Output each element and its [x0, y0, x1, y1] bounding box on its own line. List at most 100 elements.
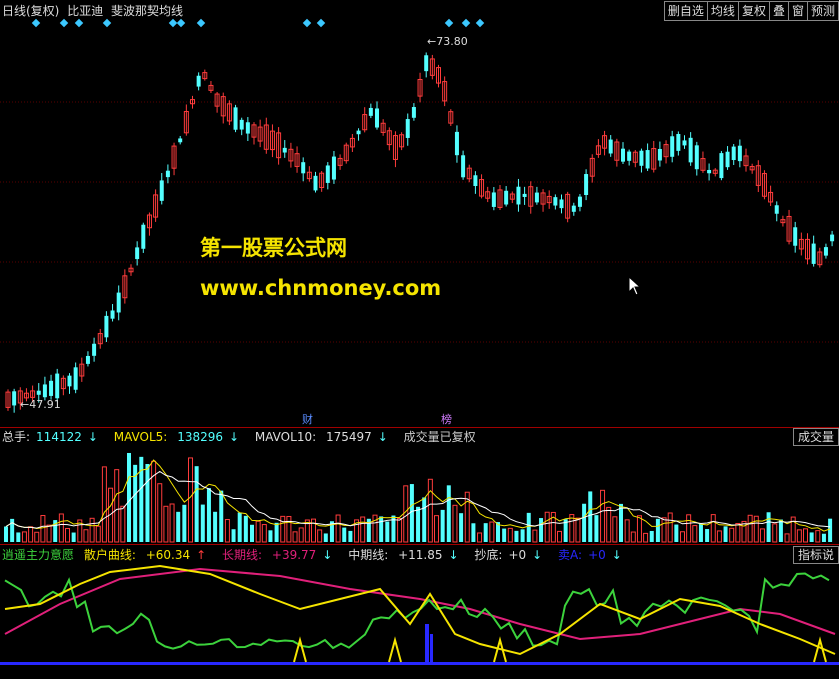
signal-diamond-icon — [302, 18, 312, 28]
volume-bar-down — [323, 533, 328, 542]
volume-bar-down — [416, 506, 421, 542]
volume-bar-up — [46, 524, 52, 543]
volume-bar-down — [619, 503, 623, 542]
volume-bar-down — [194, 466, 199, 542]
indicator-info-bar: 逍遥主力意愿 散户曲线: +60.34 ↑ 长期线: +39.77 ↓ 中期线: +… — [0, 546, 839, 564]
candle-down — [577, 196, 582, 207]
long-label: 长期线: — [222, 548, 263, 562]
volume-bar-up — [280, 515, 286, 543]
candle-down — [325, 165, 330, 183]
volume-bar-up — [735, 522, 741, 543]
volume-bar-up — [630, 531, 636, 543]
volume-bar-up — [335, 514, 341, 543]
volume-bar-up — [557, 530, 562, 543]
candle-down — [516, 186, 521, 205]
volume-adjusted-note: 成交量已复权 — [403, 430, 476, 444]
indicator-chart[interactable] — [0, 564, 839, 679]
volume-bar-down — [582, 503, 587, 542]
ranking-marker[interactable]: 榜 — [441, 411, 452, 427]
mid-group: 中期线: +11.85 ↓ — [348, 548, 464, 562]
volume-bar-down — [176, 511, 181, 542]
candle-down — [793, 227, 798, 246]
volume-bar-up — [40, 515, 46, 543]
volume-bar-down — [655, 518, 660, 542]
candle-down — [356, 130, 361, 135]
volume-bar-down — [821, 533, 826, 542]
volume-tag[interactable]: 成交量 — [792, 428, 839, 446]
volume-bar-up — [151, 460, 157, 543]
volume-bar-down — [514, 530, 519, 542]
volume-bar-down — [379, 516, 384, 542]
volume-bar-up — [434, 515, 439, 543]
volume-bar-down — [231, 529, 236, 542]
candle-down — [682, 140, 687, 146]
candle-down — [608, 139, 613, 154]
retail-group: 散户曲线: +60.34 ↑ — [84, 548, 212, 562]
volume-bar-down — [471, 523, 476, 542]
volume-bar-down — [4, 526, 8, 542]
volume-bar-up — [120, 505, 126, 543]
volume-bar-down — [182, 504, 187, 542]
candle-down — [85, 355, 90, 364]
volume-bar-down — [526, 512, 531, 542]
candle-down — [178, 138, 183, 143]
volume-bar-down — [219, 490, 224, 542]
volume-bar-down — [778, 519, 783, 542]
bottom-value: +0 — [508, 548, 527, 562]
candle-down — [823, 247, 828, 256]
retail-arrow: ↑ — [196, 548, 207, 562]
signal-diamond-icon — [176, 18, 186, 28]
volume-bar-up — [28, 526, 34, 543]
candle-down — [135, 247, 140, 260]
volume-bar-down — [446, 485, 451, 542]
candle-down — [67, 375, 72, 387]
volume-bar-up — [710, 514, 716, 543]
bottom-signal-spike — [388, 636, 402, 663]
candle-down — [621, 148, 625, 162]
volume-bar-up — [796, 529, 802, 543]
volume-info-bar: 总手: 114122 ↓ MAVOL5: 138296 ↓ MAVOL10: 1754… — [0, 428, 839, 446]
candle-down — [571, 205, 576, 212]
signal-diamond-icon — [168, 18, 178, 28]
watermark-url: www.chnmoney.com — [200, 276, 442, 300]
candle-down — [707, 169, 712, 174]
candle-down — [731, 146, 736, 161]
candle-down — [584, 174, 589, 196]
long-arrow: ↓ — [322, 548, 333, 562]
volume-bar-up — [753, 515, 759, 543]
volume-bar-up — [452, 504, 458, 543]
volume-bar-down — [502, 528, 507, 542]
volume-bar-up — [360, 516, 366, 543]
candle-down — [282, 147, 287, 153]
candle-down — [405, 119, 410, 138]
volume-bar-up — [372, 514, 378, 543]
candle-down — [737, 145, 742, 162]
candle-down — [473, 175, 478, 187]
signal-diamond-icon — [74, 18, 84, 28]
volume-bar-up — [157, 483, 163, 543]
total-volume-group: 总手: 114122 ↓ — [2, 430, 104, 444]
volume-bar-up — [784, 533, 790, 543]
indicator-tag[interactable]: 指标说 — [792, 546, 839, 564]
bottom-arrow: ↓ — [532, 548, 543, 562]
sell-signal-bar — [430, 634, 433, 662]
volume-bar-up — [89, 517, 95, 543]
bottom-signal-spike — [813, 636, 827, 663]
bottom-group: 抄底: +0 ↓ — [474, 548, 548, 562]
candle-down — [522, 193, 527, 197]
volume-bar-up — [772, 523, 778, 543]
finance-marker[interactable]: 财 — [302, 411, 313, 427]
candle-down — [141, 224, 146, 249]
sell-label: 卖A: — [558, 548, 583, 562]
volume-chart[interactable] — [0, 446, 839, 544]
price-chart[interactable] — [0, 0, 839, 428]
candle-down — [627, 151, 632, 161]
candle-down — [116, 292, 121, 313]
mavol5-group: MAVOL5: 138296 ↓ — [114, 430, 245, 444]
retail-label: 散户曲线: — [83, 548, 136, 562]
volume-bar-down — [213, 511, 218, 542]
volume-bar-up — [261, 524, 267, 543]
volume-bar-up — [188, 457, 193, 543]
candle-down — [239, 119, 244, 130]
volume-bar-up — [427, 478, 433, 543]
